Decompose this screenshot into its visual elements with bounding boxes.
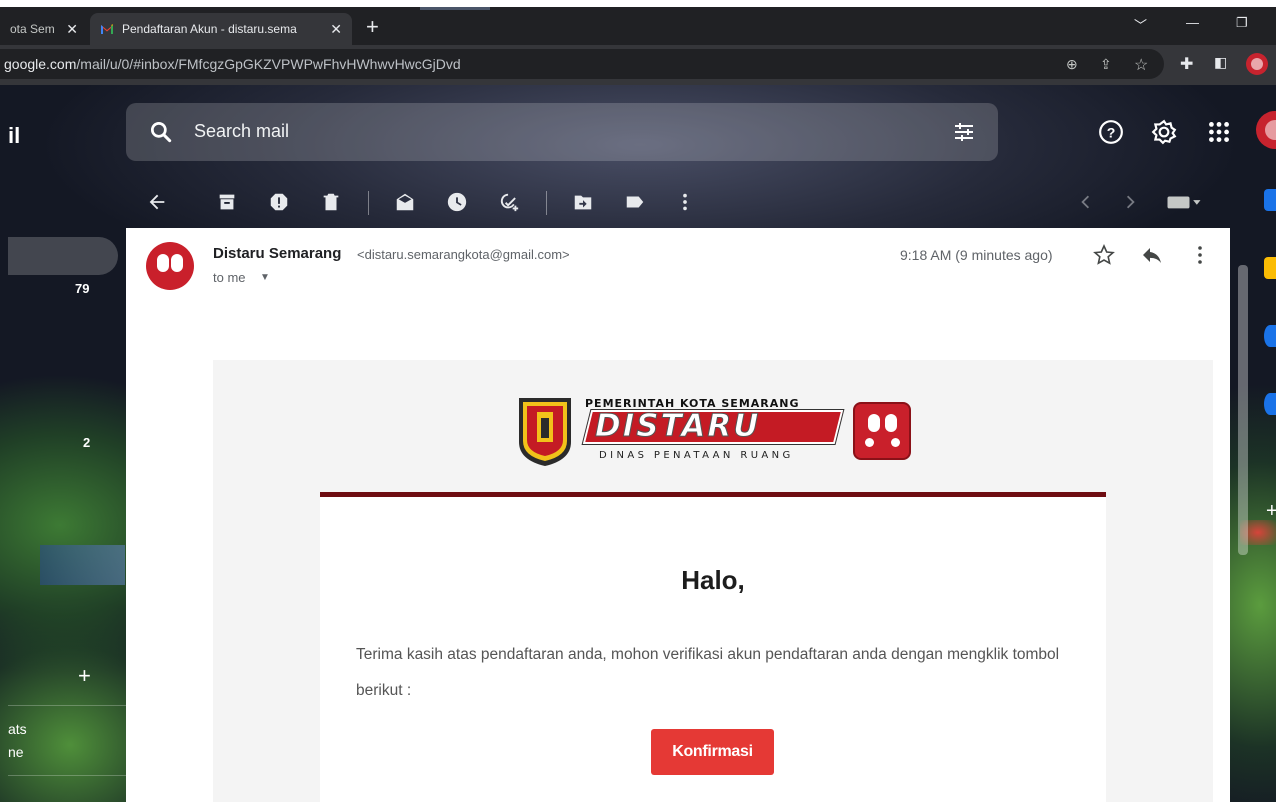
sender-name[interactable]: Distaru Semarang — [213, 245, 341, 262]
tab-search-chevron-icon[interactable]: ﹀ — [1134, 15, 1147, 34]
label-icon[interactable] — [622, 189, 648, 215]
city-seal-icon — [519, 398, 571, 466]
star-icon[interactable] — [1092, 243, 1116, 267]
snooze-icon[interactable] — [444, 189, 470, 215]
mark-unread-icon[interactable] — [392, 189, 418, 215]
new-tab-button[interactable]: + — [366, 16, 379, 38]
email-greeting: Halo, — [681, 565, 745, 595]
email-body: PEMERINTAH KOTA SEMARANG DISTARU DINAS P… — [213, 360, 1213, 802]
tasks-app-icon[interactable] — [1264, 325, 1276, 347]
sidebar-divider — [8, 775, 126, 776]
add-label-button[interactable]: + — [78, 663, 91, 689]
browser-window: ota Sem ✕ Pendaftaran Akun - distaru.sem… — [0, 7, 1276, 802]
calendar-app-icon[interactable] — [1264, 189, 1276, 211]
tab-close-icon[interactable]: ✕ — [66, 21, 78, 38]
side-panel-icon[interactable]: ◧ — [1214, 54, 1227, 71]
move-to-icon[interactable] — [570, 189, 596, 215]
logo-wordmark: DISTARU — [594, 408, 761, 445]
show-details-chevron-icon[interactable]: ▼ — [260, 272, 270, 283]
toolbar-divider — [368, 191, 369, 215]
sidebar-count: 2 — [83, 435, 91, 450]
message-timestamp: 9:18 AM (9 minutes ago) — [900, 247, 1053, 263]
search-bar[interactable]: Search mail — [126, 103, 998, 161]
sidebar-status-label: ne — [8, 744, 24, 760]
add-task-icon[interactable] — [496, 189, 522, 215]
contacts-app-icon[interactable] — [1264, 393, 1276, 415]
tab-inactive[interactable]: ota Sem ✕ — [0, 13, 88, 45]
background-light — [40, 545, 125, 585]
tab-strip-highlight — [420, 7, 490, 10]
tune-icon[interactable] — [952, 120, 976, 144]
distaru-logo: PEMERINTAH KOTA SEMARANG DISTARU DINAS P… — [517, 394, 911, 470]
sidebar-item-inbox[interactable] — [8, 237, 118, 275]
gmail-logo[interactable]: il — [8, 123, 20, 149]
logo-line-2: DINAS PENATAAN RUANG — [599, 450, 794, 461]
account-avatar[interactable] — [1256, 111, 1276, 149]
bookmark-star-icon[interactable]: ☆ — [1134, 55, 1148, 75]
help-icon[interactable]: ? — [1098, 119, 1124, 145]
scrollbar[interactable] — [1238, 265, 1248, 555]
archive-icon[interactable] — [214, 189, 240, 215]
svg-text:?: ? — [1107, 124, 1116, 140]
reply-icon[interactable] — [1140, 243, 1164, 267]
more-icon[interactable] — [672, 189, 698, 215]
url-text: google.com/mail/u/0/#inbox/FMfcgzGpGKZVP… — [4, 56, 461, 72]
older-message-icon[interactable] — [1118, 189, 1144, 215]
url-host: google.com — [4, 56, 77, 72]
message-toolbar — [126, 181, 1236, 225]
inbox-unread-count: 79 — [75, 281, 90, 296]
report-spam-icon[interactable] — [266, 189, 292, 215]
input-tools-icon[interactable] — [1162, 189, 1206, 215]
sidebar-chats-label[interactable]: ats — [8, 721, 27, 737]
toolbar-divider — [546, 191, 547, 215]
back-arrow-icon[interactable] — [144, 189, 170, 215]
address-bar[interactable]: google.com/mail/u/0/#inbox/FMfcgzGpGKZVP… — [0, 49, 1164, 79]
delete-icon[interactable] — [318, 189, 344, 215]
minimize-icon[interactable]: — — [1186, 15, 1199, 30]
extensions-icon[interactable]: ✚ — [1180, 54, 1193, 74]
distaru-mark-icon — [853, 402, 911, 460]
newer-message-icon[interactable] — [1072, 189, 1098, 215]
more-vert-icon[interactable] — [1188, 243, 1212, 267]
search-icon[interactable] — [148, 119, 174, 145]
profile-avatar[interactable] — [1246, 53, 1268, 75]
email-body-text: Terima kasih atas pendaftaran anda, moho… — [356, 646, 1060, 699]
browser-toolbar: google.com/mail/u/0/#inbox/FMfcgzGpGKZVP… — [0, 45, 1276, 85]
sender-email: <distaru.semarangkota@gmail.com> — [357, 247, 570, 262]
confirm-button[interactable]: Konfirmasi — [651, 729, 774, 775]
tab-active[interactable]: Pendaftaran Akun - distaru.sema ✕ — [90, 13, 352, 45]
sender-avatar[interactable] — [146, 242, 194, 290]
add-app-icon[interactable]: + — [1266, 500, 1276, 523]
recipient-label: to me — [213, 270, 246, 285]
gmail-background: il Search mail ? 79 2 + ats ne + Distaru… — [0, 85, 1276, 802]
zoom-icon[interactable]: ⊕ — [1066, 56, 1078, 73]
tab-strip: ota Sem ✕ Pendaftaran Akun - distaru.sem… — [0, 7, 1276, 45]
tab-title: ota Sem — [10, 22, 55, 36]
keep-app-icon[interactable] — [1264, 257, 1276, 279]
restore-icon[interactable]: ❐ — [1236, 15, 1248, 31]
email-content-card: Halo, Terima kasih atas pendaftaran anda… — [320, 492, 1106, 802]
search-input[interactable]: Search mail — [194, 121, 289, 142]
url-path: /mail/u/0/#inbox/FMfcgzGpGKZVPWPwFhvHWhw… — [76, 56, 461, 72]
message-pane: Distaru Semarang <distaru.semarangkota@g… — [126, 228, 1230, 802]
apps-grid-icon[interactable] — [1206, 119, 1232, 145]
share-icon[interactable]: ⇪ — [1100, 56, 1112, 73]
gmail-icon — [100, 22, 114, 36]
gear-icon[interactable] — [1151, 119, 1177, 145]
tab-close-icon[interactable]: ✕ — [330, 21, 342, 38]
screenshot-frame: ota Sem ✕ Pendaftaran Akun - distaru.sem… — [0, 0, 1286, 802]
sidebar-divider — [8, 705, 126, 706]
tab-title: Pendaftaran Akun - distaru.sema — [122, 22, 297, 36]
